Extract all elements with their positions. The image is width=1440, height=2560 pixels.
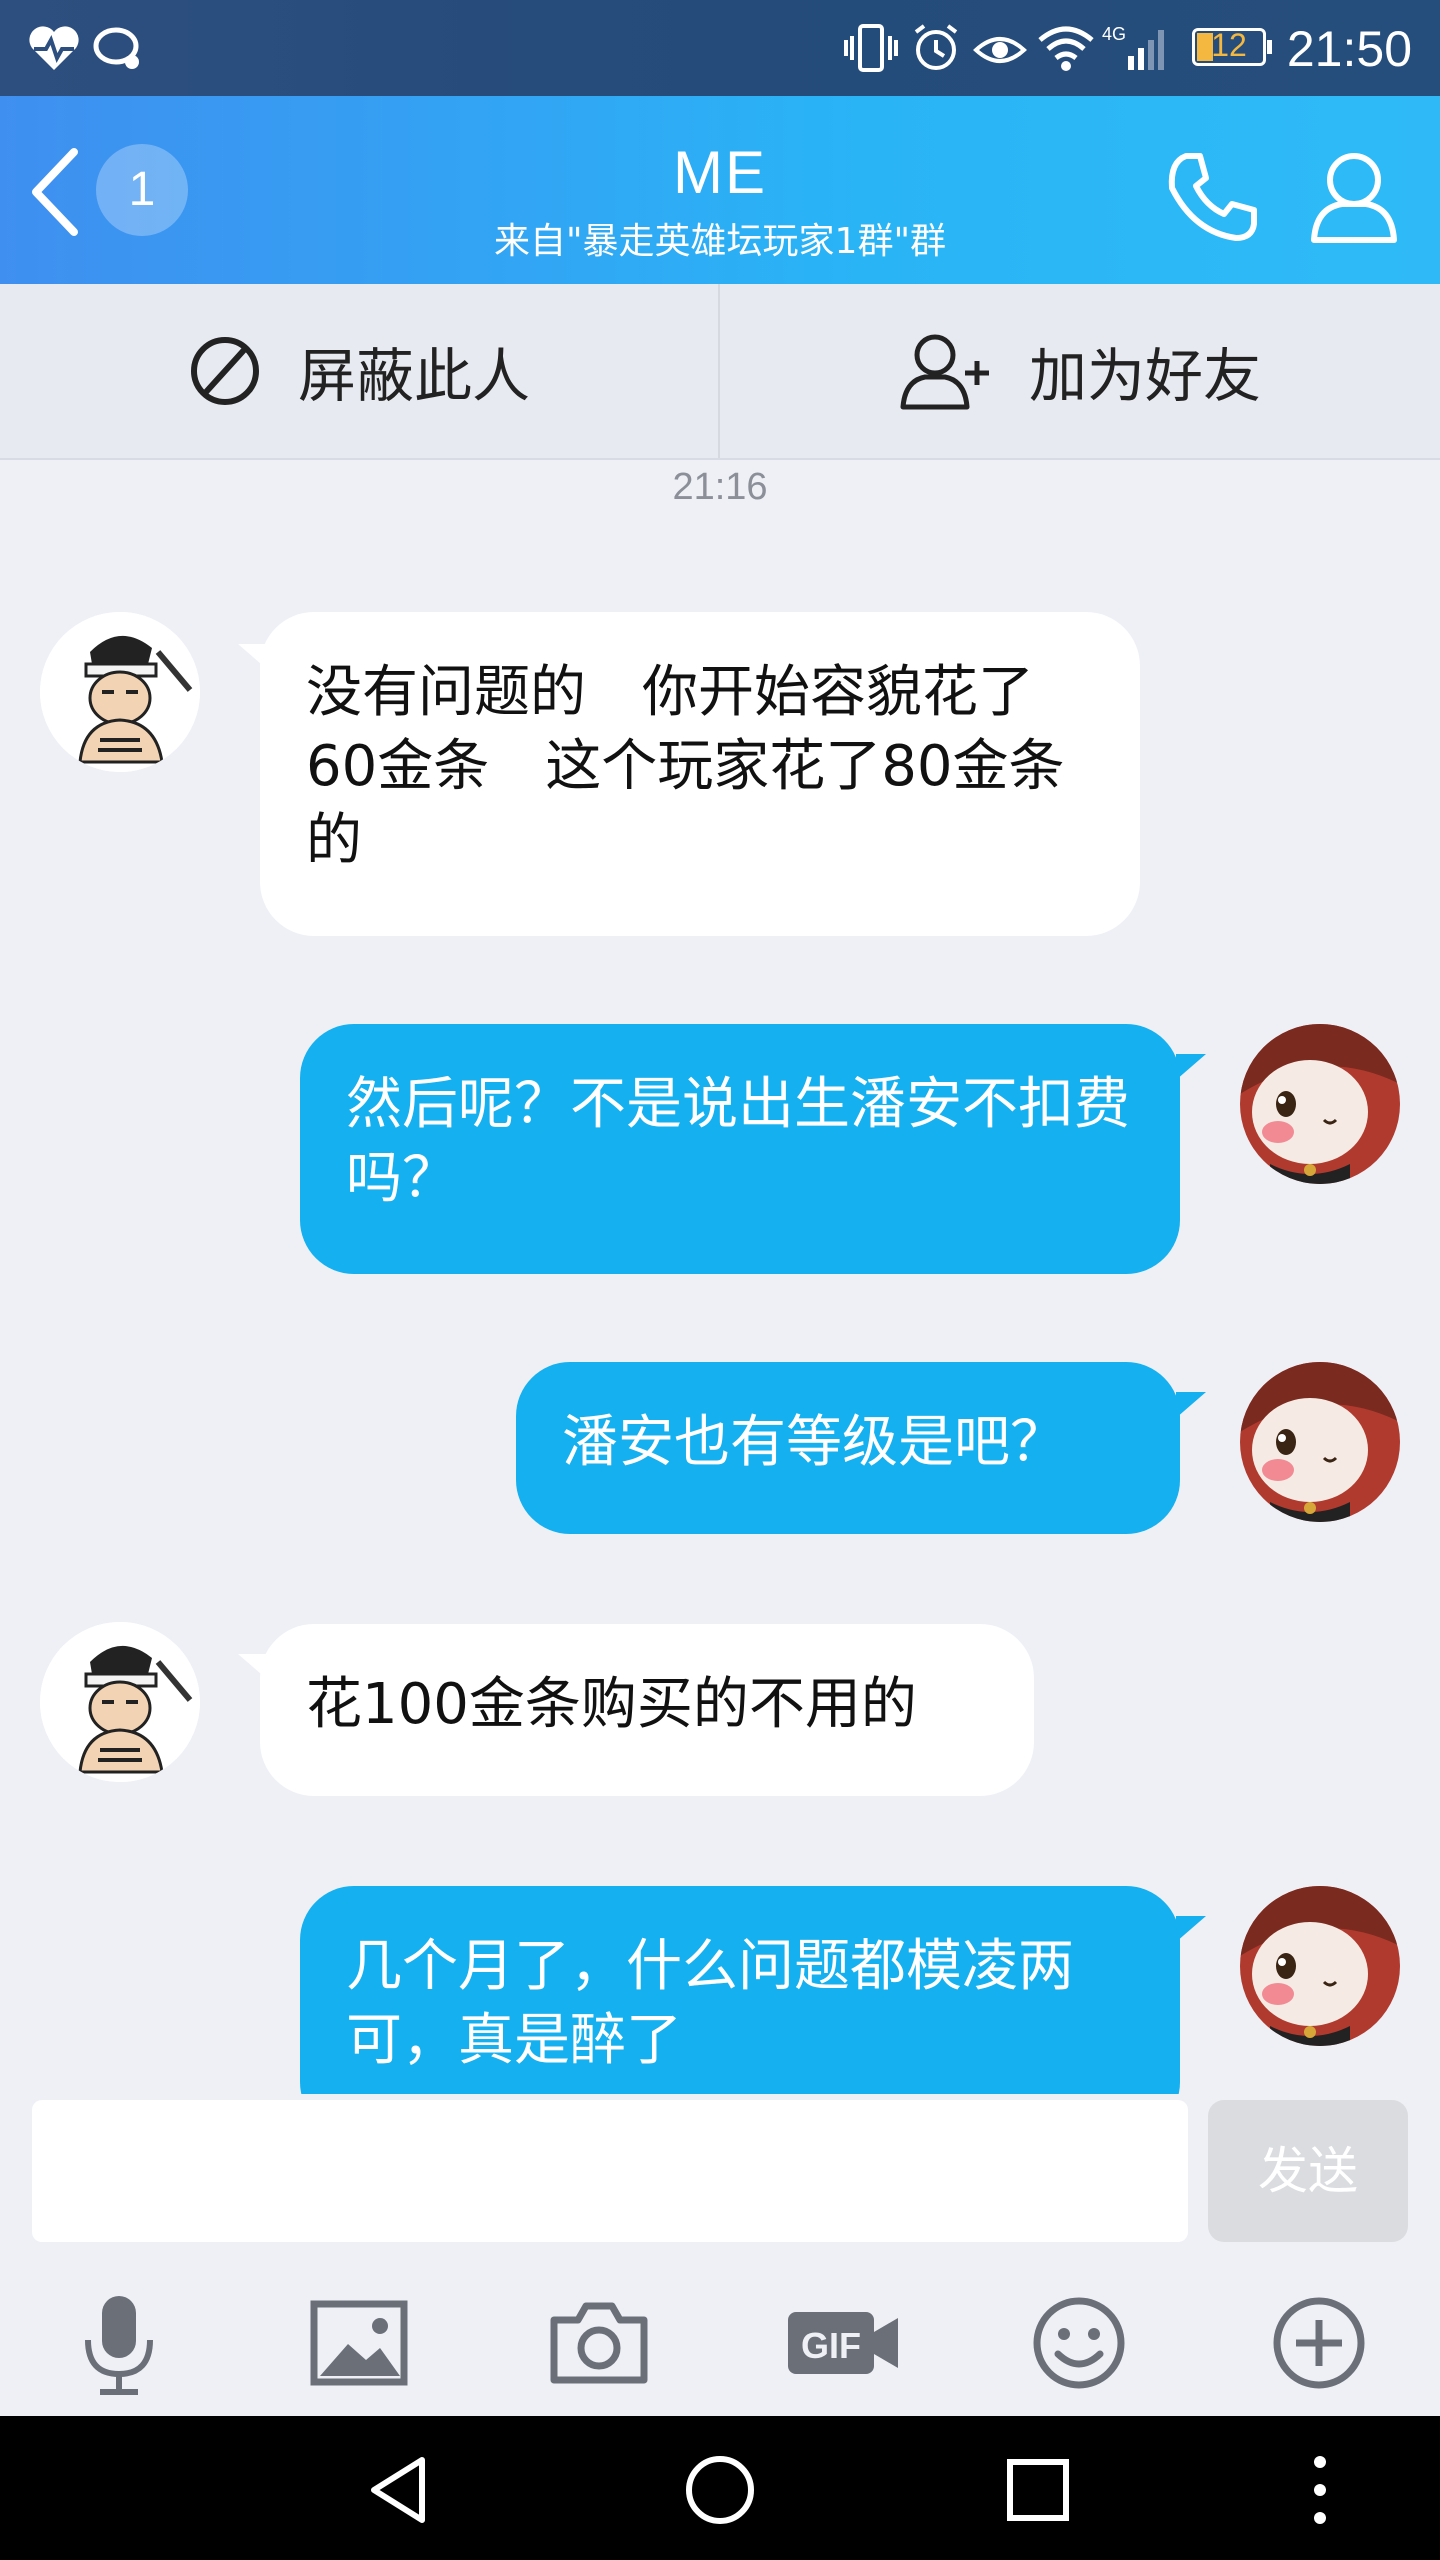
bubble-tail: [1176, 1392, 1206, 1418]
my-avatar[interactable]: [1240, 1024, 1400, 1184]
svg-text:GIF: GIF: [801, 2325, 861, 2366]
signal-icon: [1128, 30, 1164, 70]
camera-icon[interactable]: [544, 2288, 654, 2398]
phone-call-icon[interactable]: [1164, 148, 1262, 246]
cartoon-warrior-avatar: [40, 612, 200, 772]
add-friend-button[interactable]: 加为好友: [720, 284, 1438, 458]
image-icon[interactable]: [304, 2288, 414, 2398]
status-bar: 4G 12 21:50: [0, 0, 1440, 96]
stranger-action-bar: 屏蔽此人 加为好友: [0, 284, 1440, 460]
message-input[interactable]: [32, 2100, 1188, 2242]
incoming-message-bubble[interactable]: 没有问题的 你开始容貌花了60金条 这个玩家花了80金条的: [260, 612, 1140, 936]
incoming-message-bubble[interactable]: 花100金条购买的不用的: [260, 1624, 1034, 1796]
cartoon-warrior-avatar: [40, 1622, 200, 1782]
nav-recents-icon[interactable]: [1004, 2456, 1072, 2524]
message-text: 几个月了，什么问题都模凌两可，真是醉了: [346, 1934, 1074, 2073]
message-text: 没有问题的 你开始容貌花了60金条 这个玩家花了80金条的: [306, 660, 1065, 873]
wifi-icon: [1038, 26, 1094, 71]
clock: 21:50: [1286, 21, 1412, 77]
message-text: 潘安也有等级是吧？: [562, 1410, 1066, 1475]
my-avatar[interactable]: [1240, 1362, 1400, 1522]
block-user-label: 屏蔽此人: [297, 342, 530, 410]
outgoing-message-bubble[interactable]: 潘安也有等级是吧？: [516, 1362, 1180, 1534]
health-icon: [29, 26, 79, 70]
nav-home-icon[interactable]: [682, 2452, 758, 2528]
sender-avatar[interactable]: [40, 1622, 200, 1782]
chat-header: 1 ME 来自"暴走英雄坛玩家1群"群: [0, 96, 1440, 284]
sender-avatar[interactable]: [40, 612, 200, 772]
send-button[interactable]: 发送: [1208, 2100, 1408, 2242]
plus-icon[interactable]: [1264, 2288, 1374, 2398]
outgoing-message-bubble[interactable]: 几个月了，什么问题都模凌两可，真是醉了: [300, 1886, 1180, 2094]
vibrate-icon: [844, 24, 898, 72]
eye-comfort-icon: [973, 37, 1027, 63]
gif-icon[interactable]: GIF: [784, 2288, 904, 2398]
outgoing-message-bubble[interactable]: 然后呢？不是说出生潘安不扣费吗？: [300, 1024, 1180, 1274]
nav-back-icon[interactable]: [364, 2454, 436, 2526]
message-text: 然后呢？不是说出生潘安不扣费吗？: [346, 1072, 1130, 1211]
emoji-icon[interactable]: [1024, 2288, 1134, 2398]
cute-girl-avatar: [1240, 1886, 1400, 2046]
bubble-tail: [1176, 1054, 1206, 1080]
block-user-button[interactable]: 屏蔽此人: [0, 284, 718, 458]
cute-girl-avatar: [1240, 1024, 1400, 1184]
my-avatar[interactable]: [1240, 1886, 1400, 2046]
cute-girl-avatar: [1240, 1362, 1400, 1522]
bubble-tail: [1176, 1916, 1206, 1942]
input-area: 发送 GIF: [0, 2094, 1440, 2416]
battery-icon: 12: [1192, 27, 1272, 66]
add-friend-label: 加为好友: [1028, 342, 1261, 410]
message-timestamp: 21:16: [672, 466, 768, 508]
message-text: 花100金条购买的不用的: [306, 1672, 917, 1737]
block-icon: [190, 337, 259, 405]
add-friend-icon: [900, 334, 989, 410]
profile-icon[interactable]: [1306, 146, 1402, 246]
alarm-icon: [914, 24, 958, 70]
nav-more-icon[interactable]: [1302, 2452, 1338, 2528]
system-navigation-bar: [0, 2416, 1440, 2560]
message-clip: 几个月了，什么问题都模凌两可，真是醉了: [0, 1880, 1440, 2094]
battery-level: 12: [1211, 27, 1247, 63]
microphone-icon[interactable]: [64, 2288, 174, 2398]
chat-notification-icon: [93, 27, 139, 69]
